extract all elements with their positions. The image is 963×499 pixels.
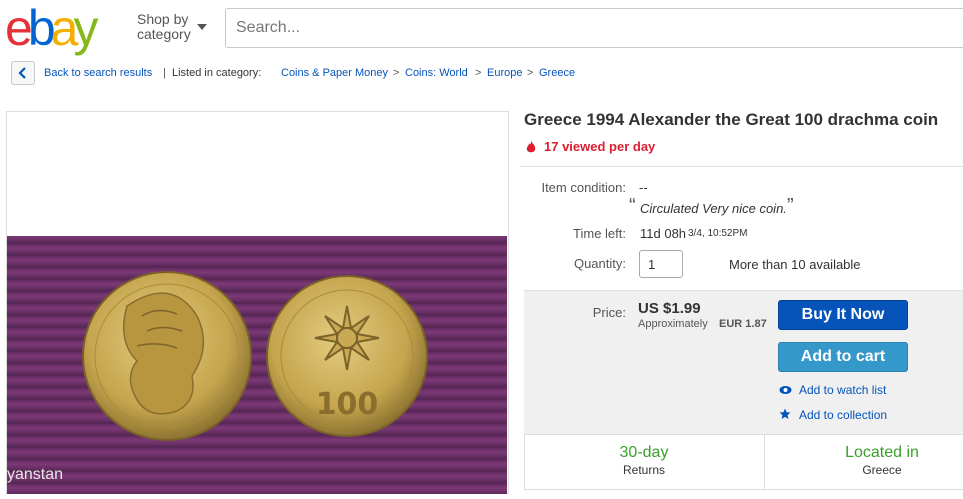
coin-photo[interactable]: 100 xyxy=(7,236,507,494)
condition-value: -- xyxy=(639,180,648,195)
quantity-input[interactable]: 1 xyxy=(639,250,683,278)
price-approx-prefix: Approximately xyxy=(638,318,708,330)
available-text: More than 10 available xyxy=(729,257,861,272)
flame-icon xyxy=(526,141,536,153)
search-placeholder: Search... xyxy=(236,19,301,36)
chevron-left-icon xyxy=(18,67,26,79)
price-label: Price: xyxy=(592,305,626,320)
logo-letter-e: e xyxy=(5,0,33,56)
add-to-watch-list-link[interactable]: Add to watch list xyxy=(799,383,886,397)
quantity-label: Quantity: xyxy=(573,256,626,271)
shop-by-line2: category xyxy=(137,26,191,42)
listed-in-label: Listed in category: xyxy=(172,67,262,79)
returns-label: Returns xyxy=(622,463,666,477)
divider xyxy=(520,166,963,167)
shop-by-line1: Shop by xyxy=(137,11,189,27)
add-to-collection-link[interactable]: Add to collection xyxy=(799,408,887,422)
breadcrumb-sep: > xyxy=(527,67,534,79)
svg-text:100: 100 xyxy=(316,387,379,422)
info-box xyxy=(524,434,963,491)
time-left-value: 11d 08h xyxy=(640,226,687,241)
back-button[interactable] xyxy=(11,61,35,85)
location-value: Greece xyxy=(862,463,902,477)
price-value: US $1.99 xyxy=(638,300,701,317)
add-to-cart-button[interactable]: Add to cart xyxy=(778,342,908,372)
breadcrumb-sep: > xyxy=(475,67,482,79)
buy-it-now-button[interactable]: Buy It Now xyxy=(778,300,908,330)
breadcrumb: Back to search results | Listed in categ… xyxy=(0,58,963,90)
breadcrumb-divider: | xyxy=(163,67,166,79)
caret-down-icon xyxy=(197,24,207,30)
breadcrumb-item-europe[interactable]: Europe xyxy=(487,67,522,79)
photo-watermark: yanstan xyxy=(7,466,64,483)
star-icon xyxy=(779,408,791,419)
condition-label: Item condition: xyxy=(541,180,626,195)
breadcrumb-sep: > xyxy=(393,67,400,79)
time-left-date: 3/4, 10:52PM xyxy=(688,228,748,239)
quote-close-icon: ” xyxy=(787,195,794,217)
location-heading: Located in xyxy=(845,444,919,461)
time-left-label: Time left: xyxy=(573,226,626,241)
logo-letter-b: b xyxy=(27,0,56,56)
eye-icon xyxy=(779,386,792,394)
search-input[interactable]: Search... xyxy=(225,8,963,48)
viewed-text: 17 viewed per day xyxy=(544,139,656,154)
price-approx-value: EUR 1.87 xyxy=(719,318,767,330)
breadcrumb-item-greece[interactable]: Greece xyxy=(539,67,575,79)
returns-heading: 30-day xyxy=(619,444,669,461)
back-to-search-link[interactable]: Back to search results xyxy=(44,67,152,79)
condition-note: Circulated Very nice coin. xyxy=(640,201,787,216)
item-title: Greece 1994 Alexander the Great 100 drac… xyxy=(524,110,939,129)
site-header: ebay Shop by category Search... xyxy=(0,0,963,56)
shop-by-category-button[interactable]: Shop by category xyxy=(137,11,207,42)
ebay-logo[interactable]: ebay xyxy=(5,0,98,56)
logo-letter-a: a xyxy=(50,0,79,56)
coins-image: 100 xyxy=(82,271,428,441)
breadcrumb-item-coins-paper-money[interactable]: Coins & Paper Money xyxy=(281,67,388,79)
breadcrumb-item-coins-world[interactable]: Coins: World xyxy=(405,67,468,79)
quote-open-icon: “ xyxy=(629,195,636,217)
logo-letter-y: y xyxy=(73,0,98,56)
